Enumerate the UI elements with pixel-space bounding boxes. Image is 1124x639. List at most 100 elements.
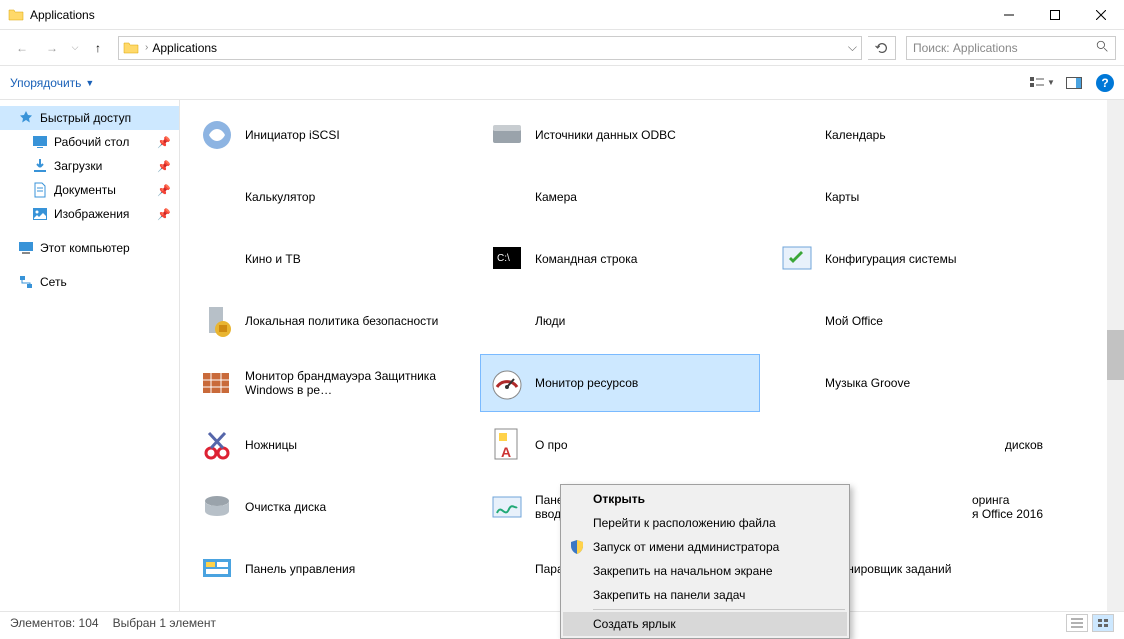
window-title: Applications (30, 8, 986, 22)
back-button[interactable]: ← (8, 34, 36, 62)
sidebar-item-label: Этот компьютер (40, 241, 130, 255)
maximize-button[interactable] (1032, 0, 1078, 30)
downloads-icon (32, 158, 48, 174)
details-view-button[interactable] (1066, 614, 1088, 632)
app-icon: A (487, 425, 527, 465)
ctx-create-shortcut[interactable]: Создать ярлык (563, 612, 847, 636)
refresh-button[interactable] (868, 36, 896, 60)
item-maps[interactable]: Карты (770, 168, 1050, 226)
search-box[interactable]: Поиск: Applications (906, 36, 1116, 60)
ctx-run-as-admin[interactable]: Запуск от имени администратора (563, 535, 847, 559)
app-icon (487, 549, 527, 589)
item-odbc[interactable]: Источники данных ODBC (480, 106, 760, 164)
ctx-goto-file-location[interactable]: Перейти к расположению файла (563, 511, 847, 535)
item-defrag[interactable]: дисков (770, 416, 1050, 474)
view-options-button[interactable]: ▼ (1028, 71, 1056, 95)
search-icon (1096, 40, 1109, 56)
item-cmd[interactable]: C:\Командная строка (480, 230, 760, 288)
app-icon (197, 239, 237, 279)
item-firewall-monitor[interactable]: Монитор брандмауэра Защитника Windows в … (190, 354, 470, 412)
help-button[interactable]: ? (1096, 74, 1114, 92)
folder-icon (8, 7, 24, 23)
item-msconfig[interactable]: Конфигурация системы (770, 230, 1050, 288)
item-control-panel[interactable]: Панель управления (190, 540, 470, 598)
address-dropdown-icon[interactable]: ⌵ (848, 40, 857, 55)
content-area: Быстрый доступ Рабочий стол 📌 Загрузки 📌… (0, 100, 1124, 611)
close-button[interactable] (1078, 0, 1124, 30)
ctx-separator (593, 609, 845, 610)
search-placeholder: Поиск: Applications (913, 41, 1096, 55)
scrollbar-thumb[interactable] (1107, 330, 1124, 380)
organize-label: Упорядочить (10, 76, 81, 90)
item-iscsi[interactable]: Инициатор iSCSI (190, 106, 470, 164)
app-icon (487, 301, 527, 341)
app-icon (487, 115, 527, 155)
item-disk-cleanup[interactable]: Очистка диска (190, 478, 470, 536)
item-secpol[interactable]: Локальная политика безопасности (190, 292, 470, 350)
ctx-open[interactable]: Открыть (563, 487, 847, 511)
shield-icon (569, 539, 585, 555)
item-people[interactable]: Люди (480, 292, 760, 350)
app-icon (777, 177, 817, 217)
item-weather[interactable]: Погода (190, 602, 470, 611)
sidebar-documents[interactable]: Документы 📌 (0, 178, 179, 202)
ctx-pin-start[interactable]: Закрепить на начальном экране (563, 559, 847, 583)
star-icon (18, 110, 34, 126)
sidebar-quick-access[interactable]: Быстрый доступ (0, 106, 179, 130)
status-selection: Выбран 1 элемент (113, 616, 216, 630)
status-count: Элементов: 104 (10, 616, 99, 630)
app-icon: C:\ (487, 239, 527, 279)
svg-text:C:\: C:\ (497, 253, 510, 264)
recent-dropdown[interactable]: ⌵ (68, 34, 82, 62)
desktop-icon (32, 134, 48, 150)
item-groove[interactable]: Музыка Groove (770, 354, 1050, 412)
pin-icon: 📌 (157, 160, 171, 173)
item-calendar[interactable]: Календарь (770, 106, 1050, 164)
item-calculator[interactable]: Калькулятор (190, 168, 470, 226)
sidebar-desktop[interactable]: Рабочий стол 📌 (0, 130, 179, 154)
forward-button[interactable]: → (38, 34, 66, 62)
ctx-pin-taskbar[interactable]: Закрепить на панели задач (563, 583, 847, 607)
organize-menu[interactable]: Упорядочить ▼ (10, 76, 94, 90)
address-bar[interactable]: › Applications ⌵ (118, 36, 862, 60)
item-resource-monitor[interactable]: Монитор ресурсов (480, 354, 760, 412)
app-icon (777, 115, 817, 155)
sidebar-network[interactable]: Сеть (0, 270, 179, 294)
sidebar-item-label: Изображения (54, 207, 129, 221)
sidebar-item-label: Загрузки (54, 159, 102, 173)
pin-icon: 📌 (157, 184, 171, 197)
sidebar-this-pc[interactable]: Этот компьютер (0, 236, 179, 260)
item-about[interactable]: AО про (480, 416, 760, 474)
preview-pane-button[interactable] (1060, 71, 1088, 95)
large-icons-view-button[interactable] (1092, 614, 1114, 632)
app-icon (197, 301, 237, 341)
pin-icon: 📌 (157, 208, 171, 221)
context-menu: Открыть Перейти к расположению файла Зап… (560, 484, 850, 639)
app-icon (777, 239, 817, 279)
app-icon (197, 177, 237, 217)
nav-bar: ← → ⌵ ↑ › Applications ⌵ Поиск: Applicat… (0, 30, 1124, 66)
navigation-pane: Быстрый доступ Рабочий стол 📌 Загрузки 📌… (0, 100, 180, 611)
folder-icon (123, 40, 139, 56)
pc-icon (18, 240, 34, 256)
item-myoffice[interactable]: Мой Office (770, 292, 1050, 350)
up-button[interactable]: ↑ (84, 34, 112, 62)
sidebar-downloads[interactable]: Загрузки 📌 (0, 154, 179, 178)
minimize-button[interactable] (986, 0, 1032, 30)
item-snipping-tool[interactable]: Ножницы (190, 416, 470, 474)
svg-text:A: A (501, 444, 511, 460)
app-icon (487, 363, 527, 403)
app-icon (197, 487, 237, 527)
app-icon (197, 549, 237, 589)
sidebar-pictures[interactable]: Изображения 📌 (0, 202, 179, 226)
app-icon (197, 115, 237, 155)
breadcrumb[interactable]: Applications (148, 41, 221, 55)
vertical-scrollbar[interactable] (1107, 100, 1124, 611)
app-icon (487, 177, 527, 217)
pictures-icon (32, 206, 48, 222)
pin-icon: 📌 (157, 136, 171, 149)
app-icon (777, 363, 817, 403)
item-camera[interactable]: Камера (480, 168, 760, 226)
item-movies-tv[interactable]: Кино и ТВ (190, 230, 470, 288)
sidebar-item-label: Рабочий стол (54, 135, 129, 149)
